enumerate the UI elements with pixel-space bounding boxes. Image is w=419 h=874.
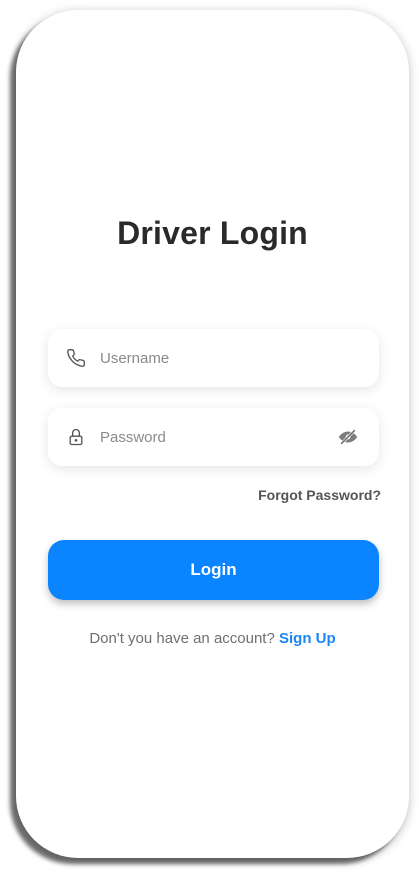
phone-icon [64,346,88,370]
username-input[interactable] [100,349,361,367]
sign-up-link[interactable]: Sign Up [279,630,336,647]
forgot-password-link[interactable]: Forgot Password? [258,487,381,503]
username-field-container[interactable] [48,329,379,387]
login-button[interactable]: Login [48,540,379,600]
page-title: Driver Login [117,215,308,251]
eye-off-icon[interactable] [335,424,361,450]
signup-prompt: Don't you have an account? [89,630,279,647]
signup-row: Don't you have an account? Sign Up [16,630,409,647]
lock-icon [64,425,88,449]
password-input[interactable] [100,428,335,446]
password-field-container[interactable] [48,408,379,466]
phone-frame: Driver Login Forgot Password? [16,10,409,858]
